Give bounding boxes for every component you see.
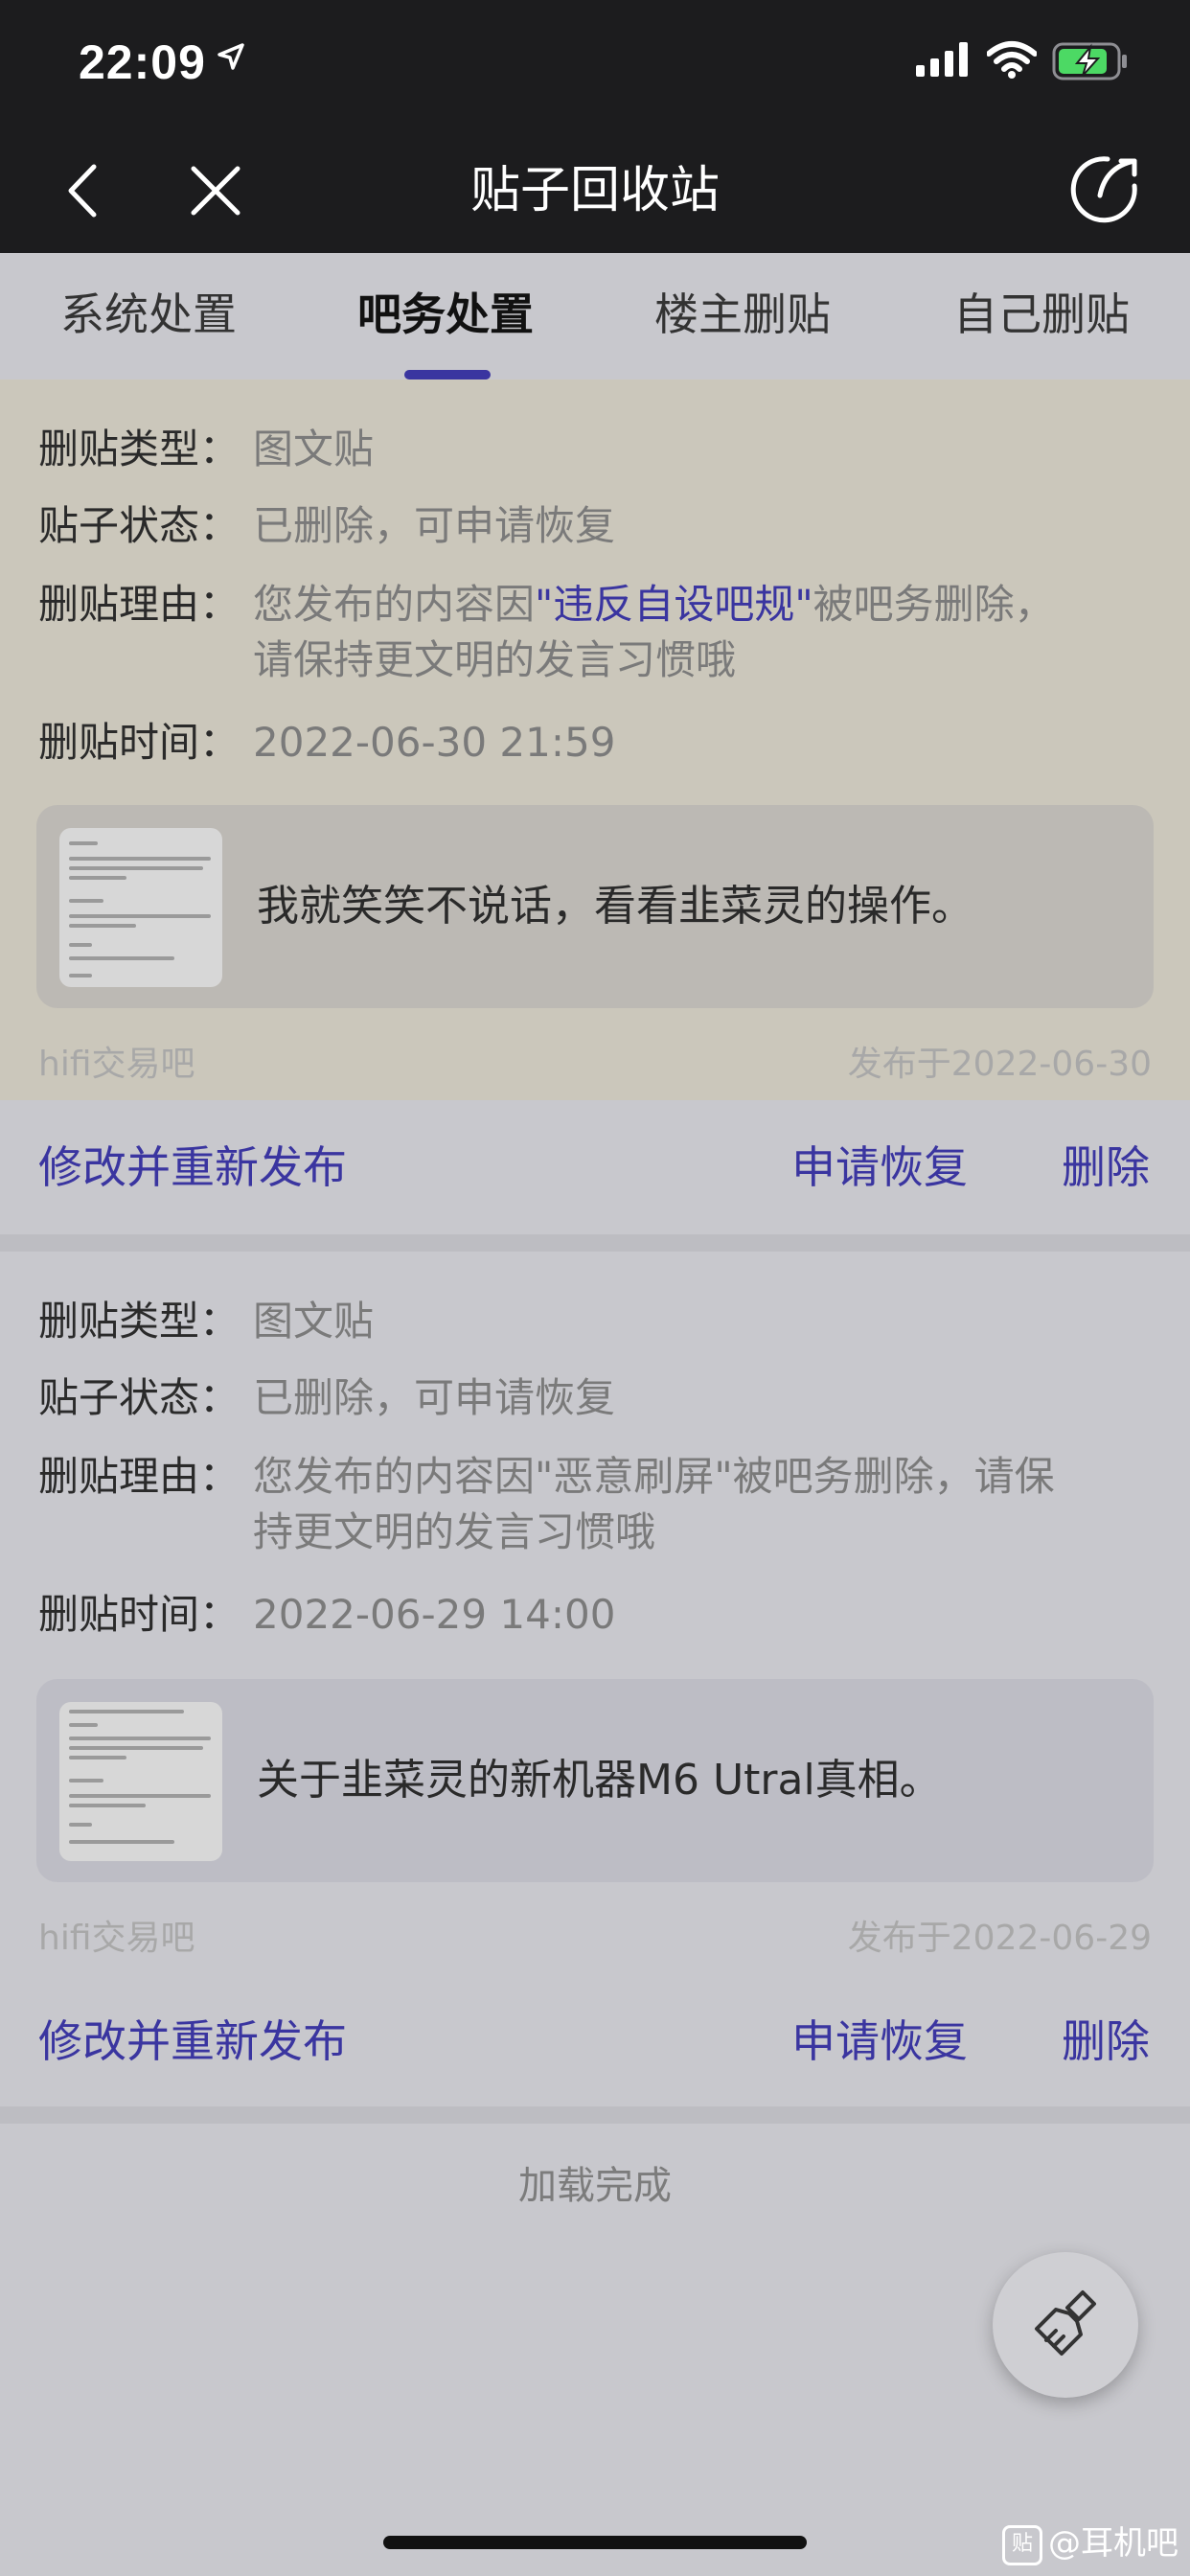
delete-time-value: 2022-06-30 21:59 [253,719,616,766]
wifi-icon [987,41,1037,79]
battery-charging-icon [1052,42,1127,80]
delete-time-label: 删贴时间： [38,719,240,766]
reason-line2: 持更文明的发言习惯哦 [253,1508,656,1555]
active-tab-indicator [404,370,491,380]
publish-date: 发布于2022-06-29 [847,1919,1152,1958]
page-title: 贴子回收站 [469,162,720,219]
location-arrow-icon [217,43,244,70]
post-preview-text: 关于韭菜灵的新机器M6 Utral真相。 [257,1756,942,1805]
delete-time-value: 2022-06-29 14:00 [253,1591,616,1638]
republish-button[interactable]: 修改并重新发布 [38,1974,347,2108]
post-status-label: 贴子状态： [38,502,240,549]
delete-reason-label: 删贴理由： [38,581,240,628]
delete-type-value: 图文贴 [253,426,375,472]
reason-line2: 请保持更文明的发言习惯哦 [253,636,737,683]
delete-button[interactable]: 删除 [1062,1974,1150,2108]
delete-type-value: 图文贴 [253,1298,375,1345]
post-thumbnail [59,828,222,987]
reason-rule-link[interactable]: "违反自设吧规" [535,581,813,628]
watermark: 贴 @耳机吧 [1002,2517,1179,2565]
post-thumbnail [59,1702,222,1861]
post-meta: hifi交易吧 发布于2022-06-30 [38,1041,1152,1089]
delete-reason-row: 删贴理由： 您发布的内容因"违反自设吧规"被吧务删除， 请保持更文明的发言习惯哦 [38,577,1152,692]
status-time: 22:09 [79,35,206,89]
tieba-logo-icon: 贴 [1002,2524,1042,2565]
deleted-post-card: 删贴类型： 图文贴 贴子状态： 已删除，可申请恢复 删贴理由： 您发布的内容因"… [0,380,1190,1234]
tab-system-handling[interactable]: 系统处置 [0,253,297,380]
load-complete-text: 加载完成 [518,2164,672,2208]
post-preview[interactable]: 我就笑笑不说话，看看韭菜灵的操作。 [36,805,1154,1008]
request-restore-button[interactable]: 申请恢复 [791,1100,968,1234]
card-divider [0,2106,1190,2124]
delete-type-label: 删贴类型： [38,426,240,472]
tab-self-deleted[interactable]: 自己删贴 [893,253,1190,380]
reason-line1: 您发布的内容因"恶意刷屏"被吧务删除，请保 [253,1453,1055,1500]
post-status-value: 已删除，可申请恢复 [253,502,616,549]
delete-button[interactable]: 删除 [1062,1100,1150,1234]
deleted-post-card: 删贴类型： 图文贴 贴子状态： 已删除，可申请恢复 删贴理由： 您发布的内容因"… [0,1252,1190,2106]
publish-date: 发布于2022-06-30 [847,1045,1152,1084]
republish-button[interactable]: 修改并重新发布 [38,1100,347,1234]
post-meta: hifi交易吧 发布于2022-06-29 [38,1915,1152,1963]
share-icon[interactable] [1067,153,1140,226]
broom-icon [1035,2290,1096,2356]
post-preview-text: 我就笑笑不说话，看看韭菜灵的操作。 [257,882,973,931]
forum-name[interactable]: hifi交易吧 [38,1915,195,1963]
tab-moderator-handling[interactable]: 吧务处置 [297,253,594,380]
delete-reason-value: 您发布的内容因"违反自设吧规"被吧务删除， 请保持更文明的发言习惯哦 [253,577,1152,688]
cellular-signal-icon [916,42,968,77]
tab-op-deleted[interactable]: 楼主删贴 [594,253,891,380]
watermark-text: @耳机吧 [1048,2524,1179,2563]
reason-prefix: 您发布的内容因 [253,581,536,628]
forum-name[interactable]: hifi交易吧 [38,1041,195,1089]
delete-reason-label: 删贴理由： [38,1453,240,1500]
navigation-bar: 贴子回收站 [0,128,1190,253]
request-restore-button[interactable]: 申请恢复 [791,1974,968,2108]
delete-reason-row: 删贴理由： 您发布的内容因"恶意刷屏"被吧务删除，请保 持更文明的发言习惯哦 [38,1449,1152,1564]
delete-type-label: 删贴类型： [38,1298,240,1345]
post-actions: 修改并重新发布 申请恢复 删除 [0,1974,1190,2108]
post-status-value: 已删除，可申请恢复 [253,1374,616,1421]
clean-up-button[interactable] [993,2252,1138,2398]
tab-bar: 系统处置 吧务处置 楼主删贴 自己删贴 [0,253,1190,380]
delete-time-label: 删贴时间： [38,1591,240,1638]
post-actions: 修改并重新发布 申请恢复 删除 [0,1100,1190,1234]
delete-reason-value: 您发布的内容因"恶意刷屏"被吧务删除，请保 持更文明的发言习惯哦 [253,1449,1152,1560]
status-bar: 22:09 [0,0,1190,128]
post-status-label: 贴子状态： [38,1374,240,1421]
reason-suffix: 被吧务删除， [812,581,1055,628]
card-divider [0,1234,1190,1252]
post-preview[interactable]: 关于韭菜灵的新机器M6 Utral真相。 [36,1679,1154,1882]
home-indicator[interactable] [383,2536,807,2549]
